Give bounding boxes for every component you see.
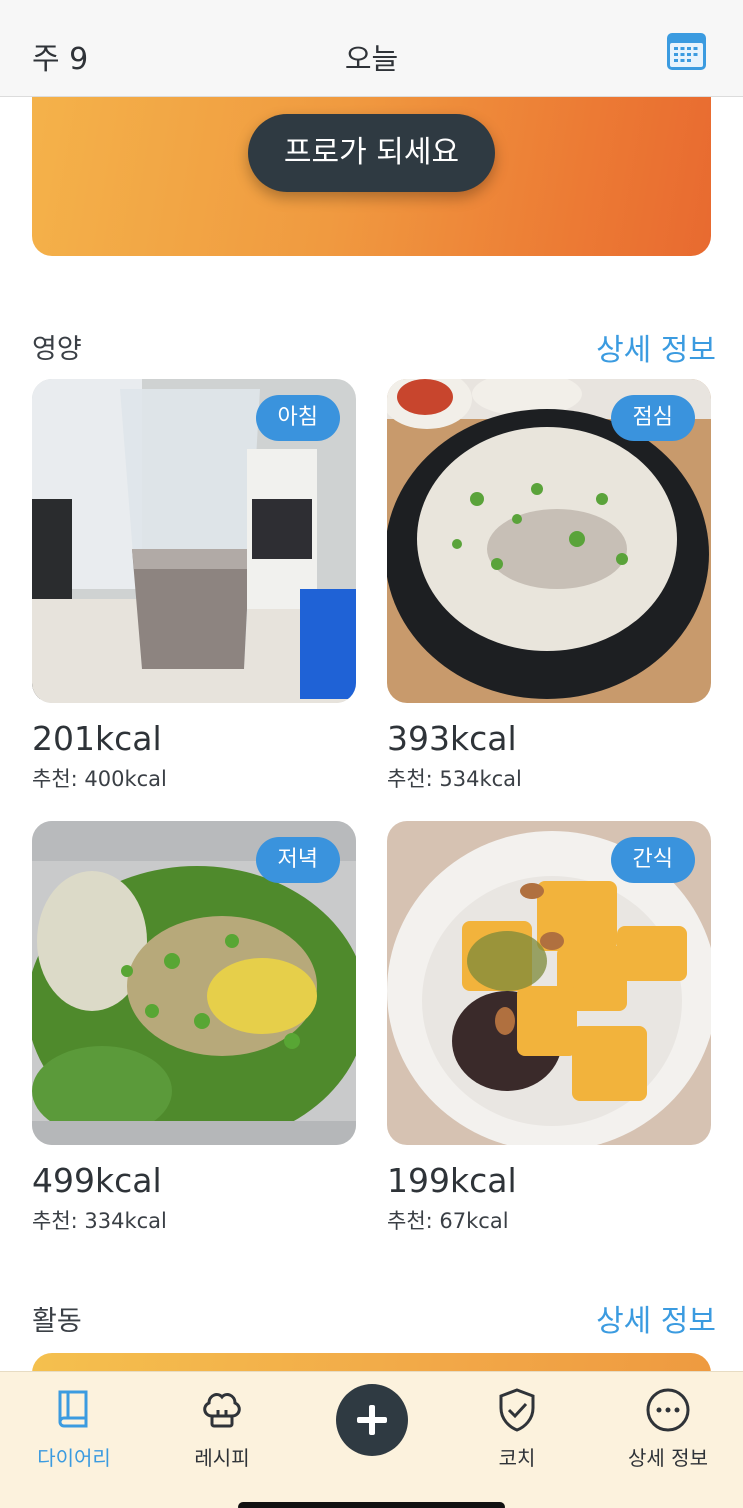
meal-badge: 아침 — [255, 395, 340, 441]
tab-diary[interactable]: 다이어리 — [0, 1372, 148, 1508]
tab-label: 코치 — [498, 1446, 536, 1470]
tab-label: 다이어리 — [37, 1446, 111, 1470]
meal-photo[interactable]: 점심 — [387, 379, 711, 703]
meal-recommended: 추천: 534kcal — [387, 767, 522, 791]
page-title: 오늘 — [344, 42, 399, 76]
tab-label: 상세 정보 — [628, 1446, 708, 1470]
calendar-icon[interactable] — [666, 32, 707, 71]
meal-photo[interactable]: 간식 — [387, 821, 711, 1145]
meal-recommended: 추천: 400kcal — [32, 767, 167, 791]
meal-kcal: 201kcal — [32, 719, 162, 758]
top-bar: 주 9 오늘 — [0, 0, 743, 97]
meal-kcal: 199kcal — [387, 1161, 517, 1200]
nutrition-details-link[interactable]: 상세 정보 — [596, 325, 716, 369]
meal-recommended: 추천: 67kcal — [387, 1209, 509, 1233]
meal-kcal: 393kcal — [387, 719, 517, 758]
meal-badge: 저녁 — [255, 837, 340, 883]
tab-coach[interactable]: 코치 — [443, 1372, 591, 1508]
meal-badge: 간식 — [610, 837, 695, 883]
activity-details-link[interactable]: 상세 정보 — [596, 1296, 716, 1340]
tab-more[interactable]: 상세 정보 — [594, 1372, 742, 1508]
more-icon — [644, 1386, 692, 1434]
meal-recommended: 추천: 334kcal — [32, 1209, 167, 1233]
meal-kcal: 499kcal — [32, 1161, 162, 1200]
tab-label: 레시피 — [194, 1446, 250, 1470]
add-entry-button[interactable] — [336, 1384, 408, 1456]
plus-icon — [357, 1405, 387, 1435]
meal-badge: 점심 — [610, 395, 695, 441]
tab-recipes[interactable]: 레시피 — [148, 1372, 296, 1508]
go-pro-button[interactable]: 프로가 되세요 — [248, 114, 495, 192]
nutrition-section-title: 영양 — [32, 334, 82, 365]
home-indicator — [238, 1502, 505, 1508]
activity-section-title: 활동 — [32, 1306, 82, 1337]
book-icon — [50, 1386, 98, 1434]
chef-hat-icon — [198, 1386, 246, 1434]
meal-photo[interactable]: 아침 — [32, 379, 356, 703]
meal-photo[interactable]: 저녁 — [32, 821, 356, 1145]
shield-check-icon — [493, 1386, 541, 1434]
